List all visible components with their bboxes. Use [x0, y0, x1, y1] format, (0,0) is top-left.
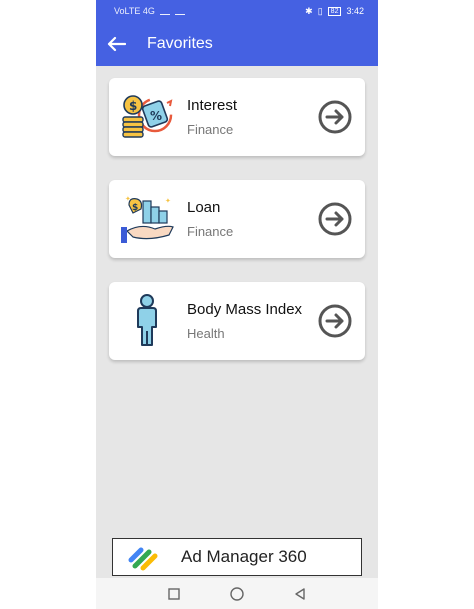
- app-bar: Favorites: [96, 22, 378, 66]
- favorite-card-interest[interactable]: % $ Interest Finance: [109, 78, 365, 156]
- ad-banner[interactable]: Ad Manager 360: [112, 538, 362, 576]
- card-category: Finance: [187, 122, 234, 137]
- open-loan-button[interactable]: [315, 199, 355, 239]
- card-title: Loan: [187, 199, 221, 216]
- svg-text:$: $: [129, 99, 137, 113]
- network-label: VoLTE 4G: [114, 6, 155, 16]
- card-category: Health: [187, 326, 225, 341]
- svg-text:$: $: [132, 203, 138, 213]
- status-left: VoLTE 4G: [114, 6, 185, 16]
- status-bar: VoLTE 4G ✱ ▯ 82 3:42: [96, 0, 378, 22]
- card-title: Interest: [187, 97, 238, 114]
- card-title: Body Mass Index: [187, 301, 303, 318]
- card-text: Body Mass Index Health: [187, 301, 315, 341]
- back-button[interactable]: [96, 22, 136, 66]
- svg-text:✦: ✦: [165, 197, 171, 205]
- recents-icon[interactable]: [167, 587, 181, 601]
- loan-hand-icon: $ ✦ ✦: [119, 189, 175, 249]
- battery-level: 82: [327, 6, 342, 16]
- ad-manager-logo-icon: [128, 547, 158, 571]
- phone-screen: VoLTE 4G ✱ ▯ 82 3:42 Favorites % $ Inter…: [96, 0, 378, 609]
- svg-text:✦: ✦: [125, 195, 131, 203]
- bluetooth-icon: ✱: [305, 5, 313, 16]
- card-text: Interest Finance: [187, 97, 315, 137]
- status-right: ✱ ▯ 82 3:42: [305, 6, 364, 17]
- arrow-circle-right-icon: [318, 304, 352, 338]
- signal-icon-2: [174, 8, 185, 15]
- arrow-left-icon: [107, 36, 126, 52]
- svg-text:%: %: [150, 109, 162, 123]
- person-icon: [119, 291, 175, 351]
- arrow-circle-right-icon: [318, 100, 352, 134]
- interest-coins-icon: % $: [119, 87, 175, 147]
- favorite-card-bmi[interactable]: Body Mass Index Health: [109, 282, 365, 360]
- system-nav-bar: [96, 578, 378, 609]
- arrow-circle-right-icon: [318, 202, 352, 236]
- open-bmi-button[interactable]: [315, 301, 355, 341]
- signal-icon: [159, 8, 170, 15]
- page-title: Favorites: [147, 35, 213, 52]
- favorite-card-loan[interactable]: $ ✦ ✦ Loan Finance: [109, 180, 365, 258]
- home-icon[interactable]: [229, 586, 245, 602]
- card-text: Loan Finance: [187, 199, 315, 239]
- clock: 3:42: [346, 6, 364, 16]
- open-interest-button[interactable]: [315, 97, 355, 137]
- card-category: Finance: [187, 224, 234, 239]
- back-triangle-icon[interactable]: [293, 587, 307, 601]
- vibrate-icon: ▯: [317, 5, 323, 16]
- ad-text: Ad Manager 360: [181, 547, 307, 566]
